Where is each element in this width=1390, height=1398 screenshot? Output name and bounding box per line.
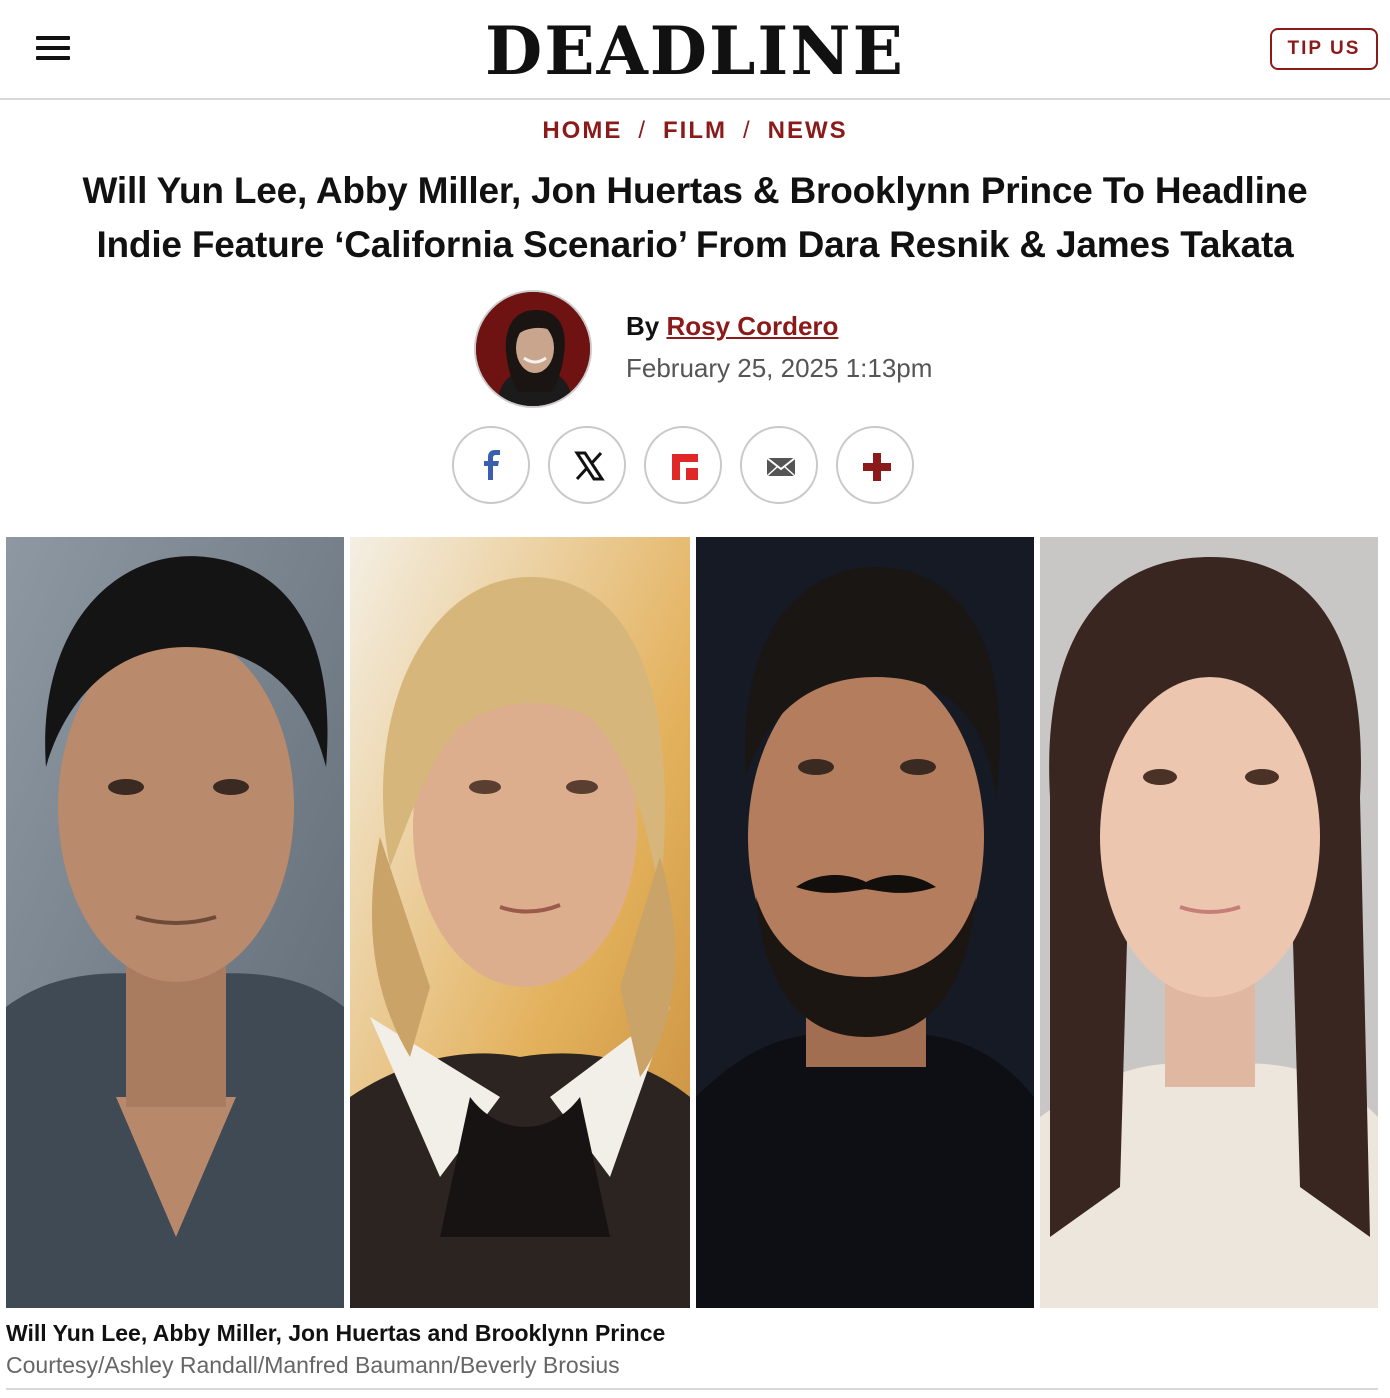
share-more-button[interactable]	[836, 426, 914, 504]
article-headline: Will Yun Lee, Abby Miller, Jon Huertas &…	[10, 164, 1380, 272]
x-icon	[574, 451, 605, 481]
breadcrumb-separator: /	[742, 117, 752, 144]
email-icon	[766, 457, 796, 477]
top-bar: DEADLINE TIP US	[0, 0, 1390, 100]
breadcrumb-film[interactable]: FILM	[663, 117, 727, 144]
tip-us-button[interactable]: TIP US	[1270, 28, 1378, 70]
breadcrumb: HOME / FILM / NEWS	[0, 114, 1390, 148]
breadcrumb-separator: /	[638, 117, 647, 144]
share-email-button[interactable]	[740, 426, 818, 504]
plus-icon	[863, 453, 891, 481]
breadcrumb-news[interactable]: NEWS	[768, 117, 848, 144]
headline-line-2: Indie Feature ‘California Scenario’ From…	[96, 224, 1294, 265]
photo-panel-will-yun-lee	[6, 537, 344, 1308]
photo-caption: Will Yun Lee, Abby Miller, Jon Huertas a…	[6, 1320, 666, 1346]
share-facebook-button[interactable]	[452, 426, 530, 504]
photo-panel-abby-miller	[350, 537, 690, 1308]
byline-prefix: By	[626, 311, 660, 341]
author-avatar[interactable]	[474, 290, 592, 408]
share-x-button[interactable]	[548, 426, 626, 504]
breadcrumb-home[interactable]: HOME	[542, 117, 622, 144]
article-hero-image	[6, 537, 1378, 1308]
author-link[interactable]: Rosy Cordero	[666, 311, 838, 341]
photo-panel-jon-huertas	[696, 537, 1034, 1308]
publish-date: February 25, 2025 1:13pm	[626, 353, 933, 383]
flipboard-icon	[672, 454, 698, 480]
divider	[6, 1388, 1378, 1390]
headline-line-1: Will Yun Lee, Abby Miller, Jon Huertas &…	[82, 170, 1308, 211]
photo-panel-brooklynn-prince	[1040, 537, 1378, 1308]
byline: By Rosy Cordero	[626, 308, 838, 344]
facebook-icon	[484, 450, 500, 480]
photo-credit: Courtesy/Ashley Randall/Manfred Baumann/…	[6, 1352, 620, 1378]
site-logo[interactable]: DEADLINE	[0, 14, 1390, 88]
share-flipboard-button[interactable]	[644, 426, 722, 504]
